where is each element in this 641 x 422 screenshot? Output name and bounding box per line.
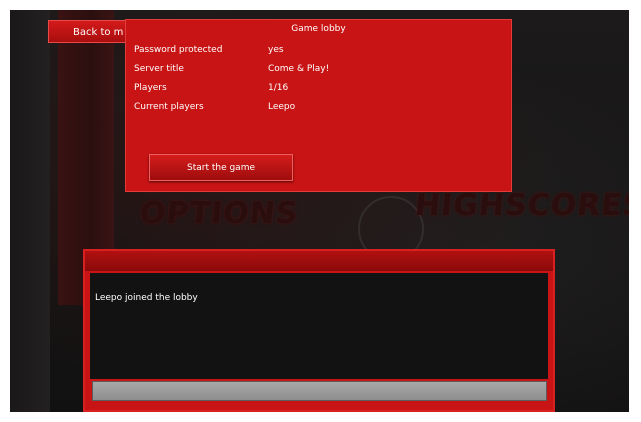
start-game-button[interactable]: Start the game — [149, 154, 293, 181]
game-lobby-panel: Game lobby Password protected yes Server… — [125, 19, 512, 192]
lobby-title: Game lobby — [291, 24, 346, 34]
background-options-label: OPTIONS — [138, 196, 301, 231]
lobby-row-value: Leepo — [268, 102, 296, 112]
chat-panel: Leepo joined the lobby — [83, 249, 555, 412]
lobby-row-label: Password protected — [134, 45, 223, 55]
lobby-row-value: Come & Play! — [268, 64, 330, 74]
lobby-row-label: Current players — [134, 102, 204, 112]
chat-input[interactable] — [92, 381, 547, 401]
chat-log[interactable]: Leepo joined the lobby — [90, 273, 548, 379]
game-background: OPTIONS HIGHSCORES Back to m Game lobby … — [10, 10, 629, 412]
chat-message: Leepo joined the lobby — [95, 293, 198, 303]
lobby-row-value: yes — [268, 45, 284, 55]
chat-header — [85, 251, 553, 271]
background-highscores-label: HIGHSCORES — [413, 188, 629, 223]
background-panel-left — [10, 10, 50, 412]
lobby-row-value: 1/16 — [268, 83, 289, 93]
screenshot-frame: OPTIONS HIGHSCORES Back to m Game lobby … — [0, 0, 641, 422]
lobby-row-label: Players — [134, 83, 167, 93]
lobby-row-label: Server title — [134, 64, 184, 74]
